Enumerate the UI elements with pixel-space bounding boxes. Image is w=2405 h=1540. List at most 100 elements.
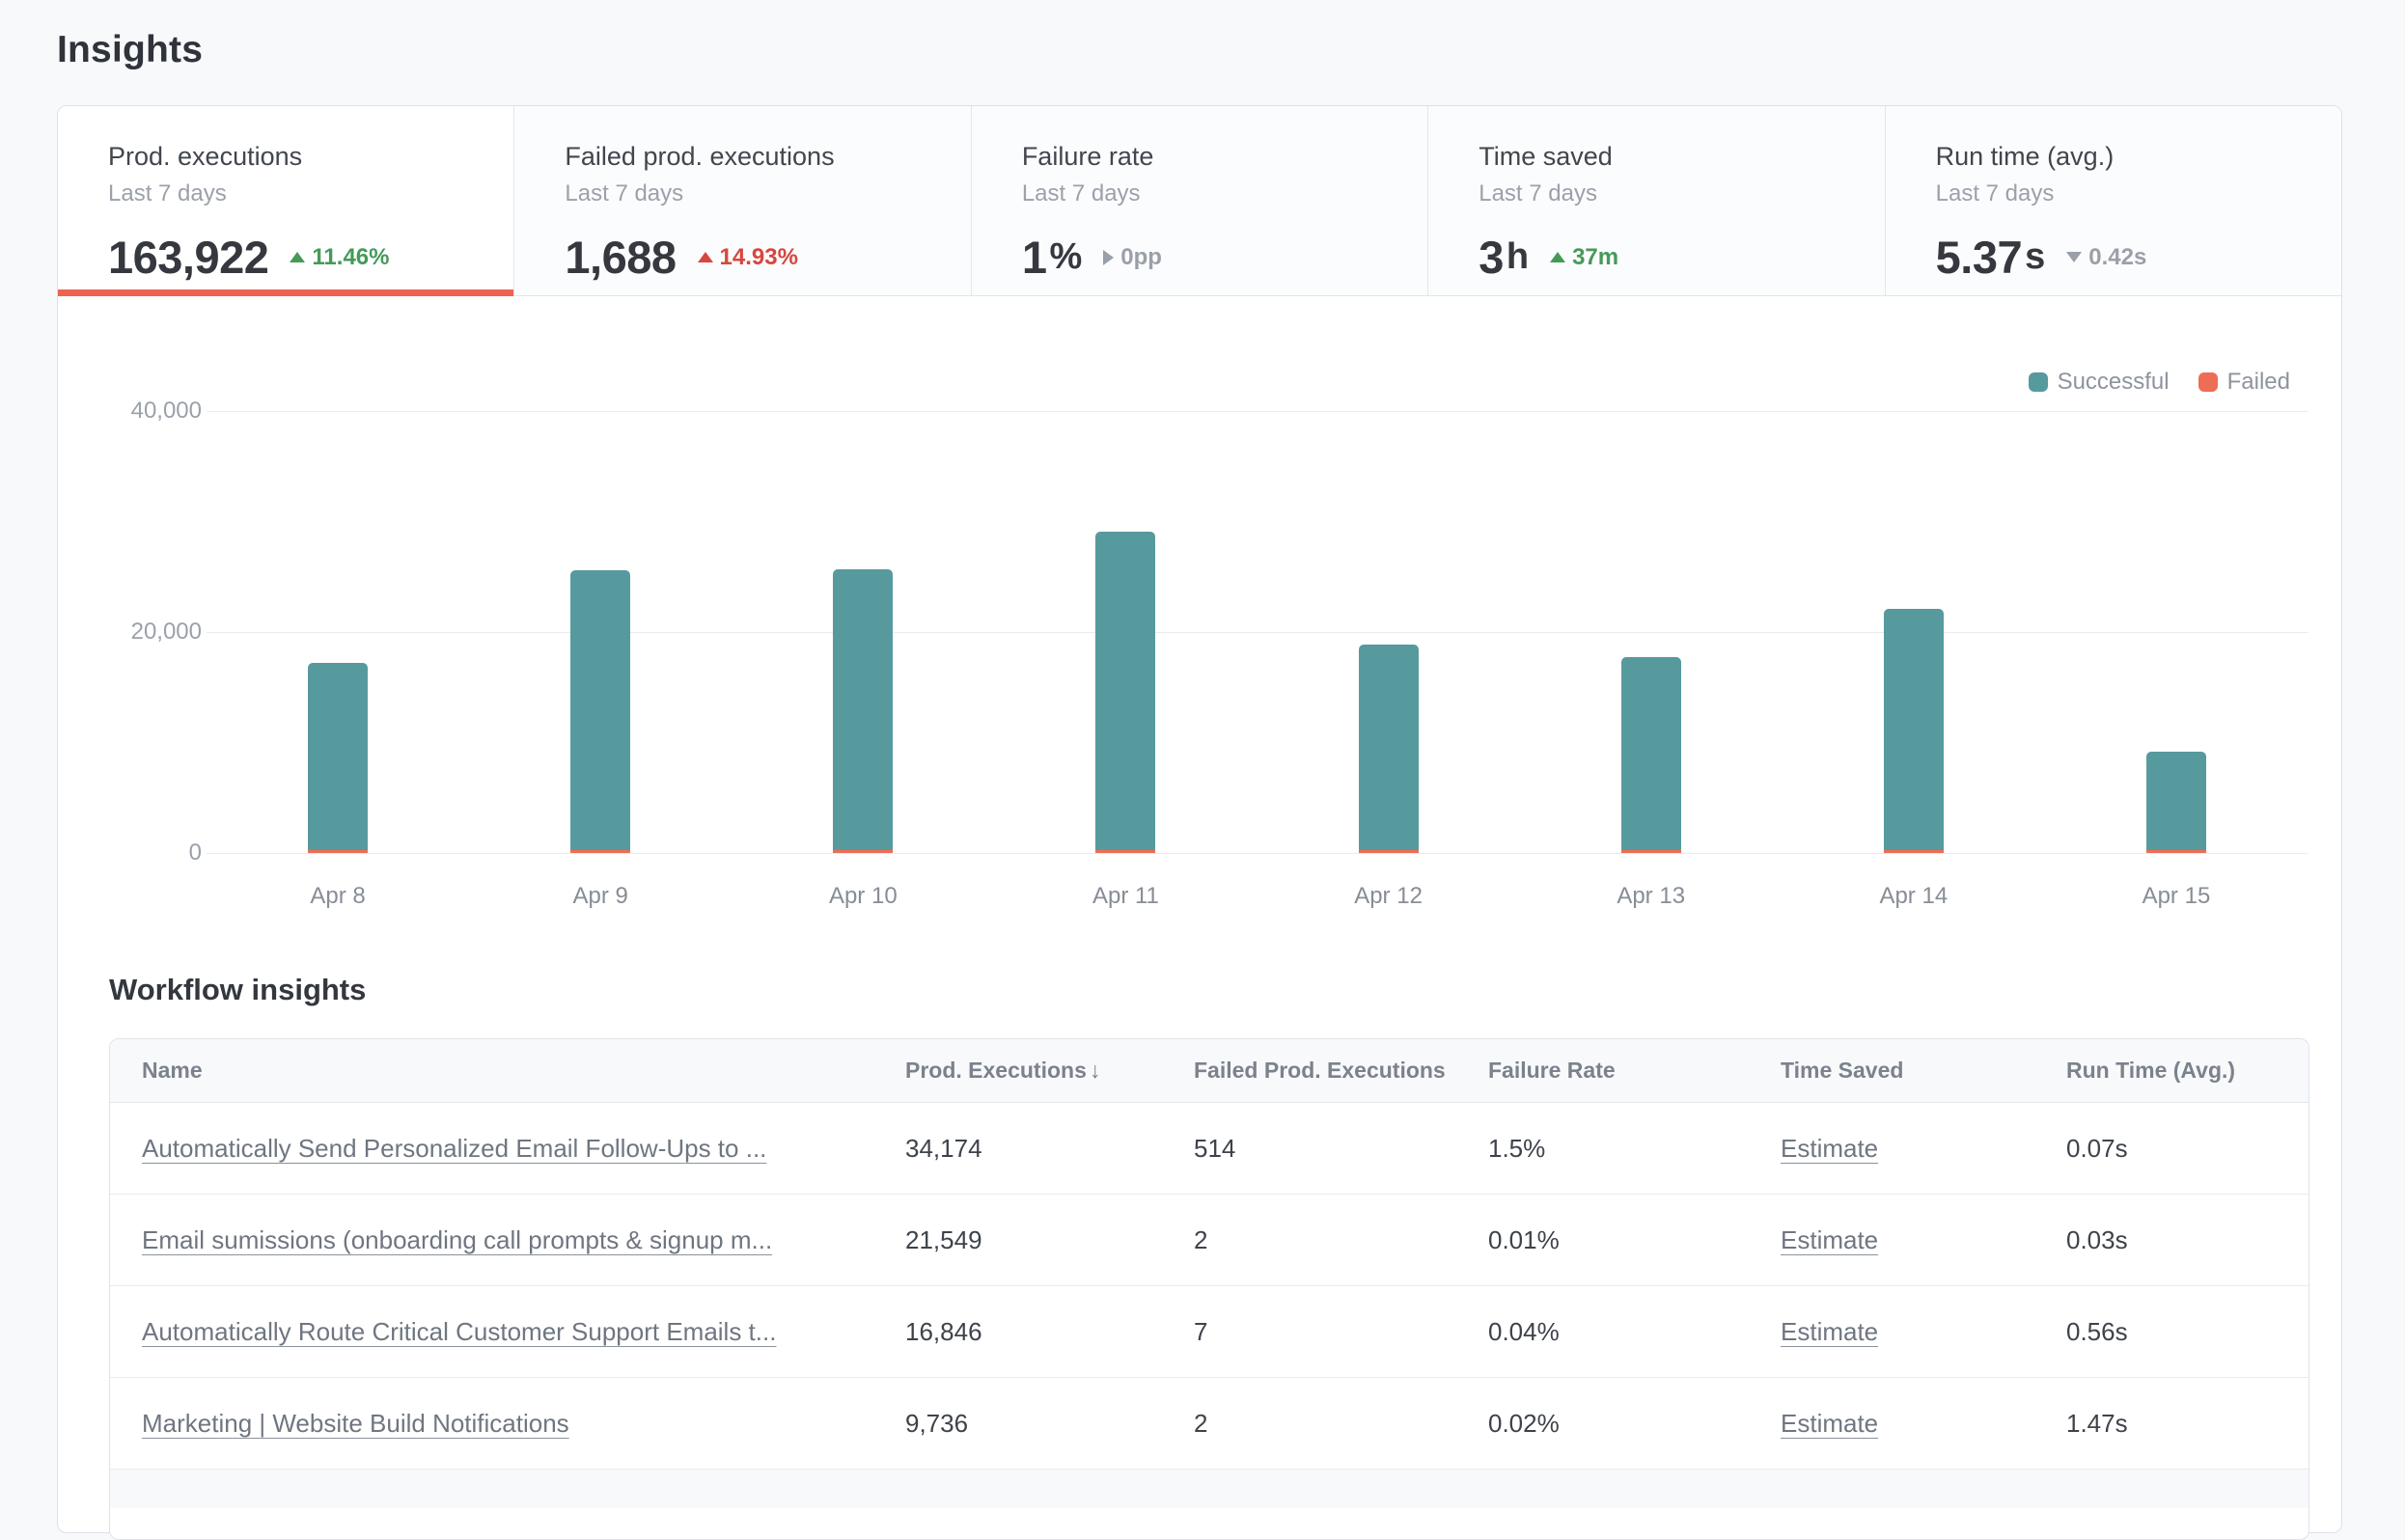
- metric-tab-title: Failed prod. executions: [565, 142, 970, 172]
- bar-slot-apr-12: [1258, 411, 1520, 853]
- table-header: NameProd. Executions↓Failed Prod. Execut…: [110, 1039, 2308, 1103]
- arrow-up-icon: [1550, 252, 1565, 262]
- failure-rate-cell: 0.02%: [1488, 1409, 1781, 1439]
- bar-segment-successful: [1095, 532, 1155, 850]
- column-header-label: Failure Rate: [1488, 1058, 1616, 1083]
- bar-segment-failed: [833, 850, 893, 853]
- sort-descending-icon: ↓: [1090, 1058, 1101, 1083]
- arrow-right-icon: [1103, 250, 1114, 265]
- metric-tab-3[interactable]: Failure rateLast 7 days1%0pp: [972, 106, 1428, 295]
- metric-tab-2[interactable]: Failed prod. executions Last 7 days 1,6881…: [514, 106, 971, 295]
- bar-apr-15[interactable]: [2146, 752, 2206, 853]
- bar-apr-10[interactable]: [833, 569, 893, 853]
- chart-bars: [207, 411, 2308, 853]
- metric-tab-5[interactable]: Run time (avg.)Last 7 days5.37s0.42s: [1886, 106, 2341, 295]
- time-saved-cell: Estimate: [1781, 1225, 2066, 1255]
- y-axis-tick: 0: [77, 840, 202, 866]
- workflow-name-cell: Automatically Route Critical Customer Su…: [110, 1317, 905, 1347]
- column-header-prod-executions[interactable]: Prod. Executions↓: [905, 1058, 1194, 1084]
- legend-item-successful[interactable]: Successful: [2029, 369, 2170, 396]
- metric-tab-unit: %: [1049, 236, 1082, 278]
- column-header-label: Run Time (Avg.): [2066, 1058, 2235, 1083]
- metric-tab-1[interactable]: Prod. executions Last 7 days 163,922 11.46%: [58, 106, 514, 295]
- bar-apr-11[interactable]: [1095, 532, 1155, 853]
- workflow-name-link[interactable]: Email sumissions (onboarding call prompt…: [142, 1225, 772, 1254]
- metric-tab-value: 163,922: [108, 231, 268, 284]
- column-header-name[interactable]: Name: [110, 1058, 905, 1084]
- metric-tab-period: Last 7 days: [108, 180, 513, 207]
- bar-apr-8[interactable]: [308, 663, 368, 853]
- x-axis-tick: Apr 11: [994, 883, 1257, 910]
- x-axis-tick: Apr 10: [732, 883, 994, 910]
- page-title: Insights: [57, 29, 203, 71]
- metric-tab-delta: 0.42s: [2066, 244, 2146, 271]
- bar-apr-12[interactable]: [1359, 645, 1419, 853]
- metric-tab-delta-text: 37m: [1572, 244, 1618, 271]
- bar-slot-apr-8: [207, 411, 469, 853]
- bar-apr-13[interactable]: [1621, 657, 1681, 853]
- metric-tab-delta-text: 14.93%: [720, 244, 798, 271]
- bar-segment-successful: [833, 569, 893, 850]
- run-time-cell: 1.47s: [2066, 1409, 2308, 1439]
- metric-tab-delta: 11.46%: [290, 244, 389, 271]
- bar-segment-failed: [308, 850, 368, 853]
- metric-tab-delta-text: 0pp: [1120, 244, 1162, 271]
- column-header-label: Time Saved: [1781, 1058, 1903, 1083]
- table-row: Automatically Send Personalized Email Fo…: [110, 1103, 2308, 1195]
- bar-segment-failed: [2146, 850, 2206, 853]
- workflow-name-link[interactable]: Automatically Send Personalized Email Fo…: [142, 1134, 766, 1163]
- metric-tab-title: Prod. executions: [108, 142, 513, 172]
- bar-apr-9[interactable]: [570, 570, 630, 853]
- estimate-link[interactable]: Estimate: [1781, 1409, 1878, 1438]
- table-row: Automatically Route Critical Customer Su…: [110, 1286, 2308, 1378]
- metric-tab-title: Failure rate: [1022, 142, 1427, 172]
- estimate-link[interactable]: Estimate: [1781, 1317, 1878, 1346]
- x-axis-tick: Apr 12: [1258, 883, 1520, 910]
- chart-x-axis: Apr 8Apr 9Apr 10Apr 11Apr 12Apr 13Apr 14…: [207, 883, 2308, 910]
- bar-slot-apr-13: [1520, 411, 1783, 853]
- legend-item-failed[interactable]: Failed: [2198, 369, 2290, 396]
- failure-rate-cell: 0.01%: [1488, 1225, 1781, 1255]
- active-tab-underline: [58, 289, 513, 296]
- table-row: Email sumissions (onboarding call prompt…: [110, 1195, 2308, 1286]
- metric-tab-value: 3: [1479, 231, 1504, 284]
- run-time-cell: 0.56s: [2066, 1317, 2308, 1347]
- metric-tab-4[interactable]: Time savedLast 7 days3h37m: [1428, 106, 1885, 295]
- column-header-run-time-avg[interactable]: Run Time (Avg.): [2066, 1058, 2308, 1084]
- workflow-name-link[interactable]: Automatically Route Critical Customer Su…: [142, 1317, 776, 1346]
- legend-swatch-icon: [2029, 372, 2048, 392]
- workflow-name-cell: Automatically Send Personalized Email Fo…: [110, 1134, 905, 1164]
- prod-executions-cell: 16,846: [905, 1317, 1194, 1347]
- failed-prod-executions-cell: 2: [1194, 1225, 1488, 1255]
- bar-slot-apr-15: [2045, 411, 2308, 853]
- workflow-name-cell: Email sumissions (onboarding call prompt…: [110, 1225, 905, 1255]
- failed-prod-executions-cell: 7: [1194, 1317, 1488, 1347]
- metric-tab-title: Run time (avg.): [1936, 142, 2341, 172]
- x-axis-tick: Apr 15: [2045, 883, 2308, 910]
- time-saved-cell: Estimate: [1781, 1409, 2066, 1439]
- metric-tab-delta: 14.93%: [698, 244, 798, 271]
- metric-tab-value-row: 1,68814.93%: [565, 231, 970, 284]
- legend-label: Successful: [2058, 369, 2170, 396]
- bar-segment-successful: [570, 570, 630, 850]
- arrow-up-icon: [698, 252, 713, 262]
- prod-executions-cell: 9,736: [905, 1409, 1194, 1439]
- metric-tab-period: Last 7 days: [565, 180, 970, 207]
- run-time-cell: 0.03s: [2066, 1225, 2308, 1255]
- column-header-time-saved[interactable]: Time Saved: [1781, 1058, 2066, 1084]
- metric-tab-title: Time saved: [1479, 142, 1884, 172]
- time-saved-cell: Estimate: [1781, 1134, 2066, 1164]
- chart-legend: Successful Failed: [2029, 369, 2290, 396]
- metric-tab-period: Last 7 days: [1022, 180, 1427, 207]
- time-saved-cell: Estimate: [1781, 1317, 2066, 1347]
- column-header-failed-prod-executions[interactable]: Failed Prod. Executions: [1194, 1058, 1488, 1084]
- column-header-failure-rate[interactable]: Failure Rate: [1488, 1058, 1781, 1084]
- workflow-name-link[interactable]: Marketing | Website Build Notifications: [142, 1409, 569, 1438]
- x-axis-tick: Apr 8: [207, 883, 469, 910]
- estimate-link[interactable]: Estimate: [1781, 1225, 1878, 1254]
- estimate-link[interactable]: Estimate: [1781, 1134, 1878, 1163]
- gridline: [207, 853, 2308, 854]
- x-axis-tick: Apr 9: [469, 883, 732, 910]
- bar-apr-14[interactable]: [1884, 609, 1944, 853]
- column-header-label: Failed Prod. Executions: [1194, 1058, 1446, 1083]
